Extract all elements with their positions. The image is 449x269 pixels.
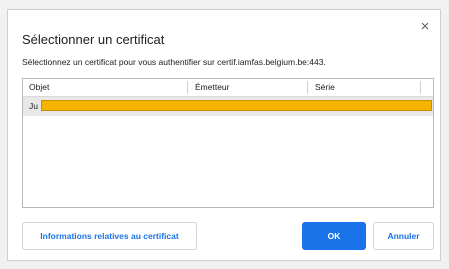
cancel-button[interactable]: Annuler bbox=[373, 222, 434, 250]
column-divider[interactable] bbox=[187, 81, 188, 94]
table-header: Objet Émetteur Série bbox=[23, 79, 433, 97]
certificate-table: Objet Émetteur Série Ju bbox=[22, 78, 434, 208]
dialog-title: Sélectionner un certificat bbox=[22, 32, 165, 47]
certificate-info-button[interactable]: Informations relatives au certificat bbox=[22, 222, 197, 250]
redaction-box bbox=[41, 100, 432, 111]
dialog-subtitle: Sélectionnez un certificat pour vous aut… bbox=[22, 57, 326, 67]
column-header-emetteur[interactable]: Émetteur bbox=[195, 82, 230, 93]
table-row-selected[interactable]: Ju bbox=[23, 97, 433, 116]
ok-button[interactable]: OK bbox=[302, 222, 366, 250]
column-header-objet[interactable]: Objet bbox=[29, 82, 49, 93]
column-divider[interactable] bbox=[307, 81, 308, 94]
close-icon[interactable]: × bbox=[418, 19, 432, 34]
certificate-dialog: × Sélectionner un certificat Sélectionne… bbox=[7, 9, 441, 261]
column-header-serie[interactable]: Série bbox=[315, 82, 335, 93]
column-divider[interactable] bbox=[420, 81, 421, 94]
row-objet-cell: Ju bbox=[29, 101, 38, 111]
